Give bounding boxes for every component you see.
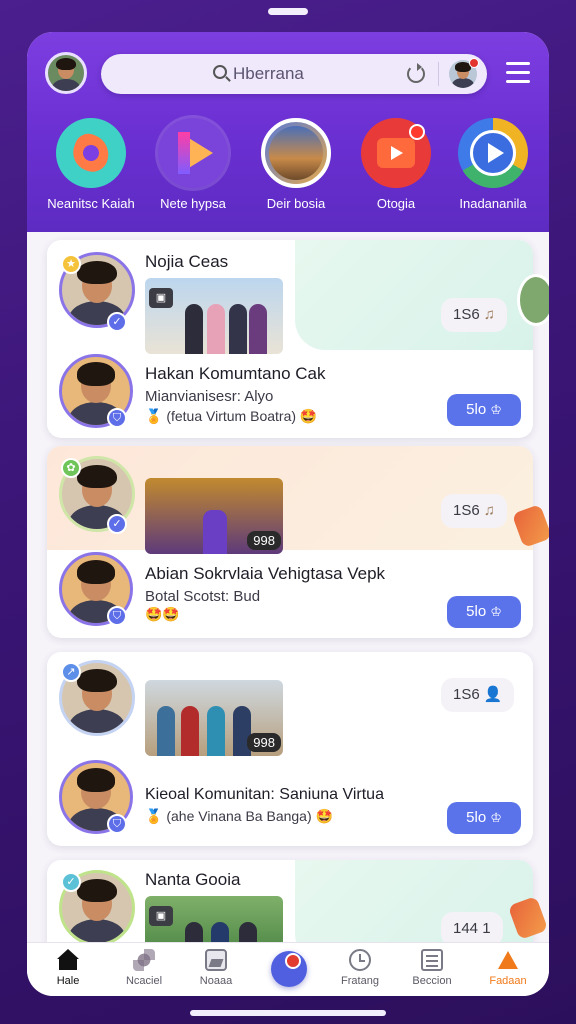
notification-dot-icon <box>469 58 479 68</box>
hamburger-menu-icon[interactable] <box>506 62 530 84</box>
story-item[interactable]: Nete hypsa <box>145 118 241 211</box>
action-button[interactable]: 5lo ♔ <box>447 394 521 426</box>
card-title: Abian Sokrvlaia Vehigtasa Vepk <box>145 564 386 583</box>
medal-icon: 🏅 <box>145 408 163 424</box>
feed-list[interactable]: ★ ✓ Nojia Ceas ▣ 1S6 ♫ ⛉ Hakan Komumtano … <box>27 232 549 942</box>
stat-pill: 144 1 <box>441 912 503 942</box>
photo-story-icon <box>261 118 331 188</box>
card-meta: 🏅 (fetua Virtum Boatra) 🤩 <box>145 408 318 424</box>
leaf-badge-icon: ✓ <box>61 872 81 892</box>
post-count: 998 <box>247 531 281 550</box>
home-indicator <box>190 1010 386 1016</box>
action-button[interactable]: 5lo ♔ <box>447 802 521 834</box>
tab-photos[interactable]: Noaaa <box>179 949 253 987</box>
search-icon <box>213 65 227 79</box>
story-label: Nete hypsa <box>160 196 226 211</box>
card-title-top: Nojia Ceas <box>145 252 229 271</box>
stat-pill: 1S6 ♫ <box>441 298 507 332</box>
bottom-tab-bar: Hale Ncaciel Noaaa Fratang Beccion Fadaa… <box>27 942 549 996</box>
card-subtitle: Mianvianisesr: Alyo <box>145 388 274 405</box>
sessions-icon <box>421 949 443 971</box>
action-button[interactable]: 5lo ♔ <box>447 596 521 628</box>
feed-card[interactable]: ✿ ✓ 998 1S6 ♫ ⛉ Abian Sokrvlaia Vehigtasa… <box>47 446 533 638</box>
shield-icon: ⛉ <box>107 814 127 834</box>
gallery-icon: ▣ <box>149 288 173 308</box>
crown-icon: ♔ <box>490 402 502 417</box>
play-app-icon <box>158 118 228 188</box>
emoji-icon: 🤩🤩 <box>145 606 180 622</box>
story-item[interactable]: Neanitsc Kaiah <box>43 118 139 211</box>
user-icon: 👤 <box>483 686 503 703</box>
tab-alerts[interactable]: Fadaan <box>471 949 545 987</box>
emoji-icon: 🤩 <box>299 408 318 424</box>
tab-history[interactable]: Fratang <box>323 949 397 987</box>
music-note-icon: ♫ <box>483 502 495 519</box>
story-label: Inadananila <box>459 196 527 211</box>
card-title-top: Nanta Gooia <box>145 870 241 889</box>
home-icon <box>57 949 79 971</box>
story-label: Neanitsc Kaiah <box>47 196 135 211</box>
header-area: Hberrana Neanitsc Kaiah Nete hypsa Deir … <box>27 32 549 232</box>
shield-icon: ⛉ <box>107 408 127 428</box>
tab-social[interactable]: Ncaciel <box>107 949 181 987</box>
card-meta: 🤩🤩 <box>145 606 180 623</box>
refresh-icon[interactable] <box>407 63 425 83</box>
post-count: 998 <box>247 733 281 752</box>
shield-icon: ⛉ <box>107 606 127 626</box>
search-input[interactable]: Hberrana <box>233 64 304 84</box>
tab-sessions[interactable]: Beccion <box>395 949 469 987</box>
card-subtitle: Botal Scotst: Bud <box>145 588 261 605</box>
story-item[interactable]: Inadananila <box>445 118 541 211</box>
search-divider <box>438 62 439 86</box>
status-notch <box>268 8 308 15</box>
post-thumbnail[interactable]: 998 <box>145 478 283 554</box>
medal-icon: 🏅 <box>145 808 163 824</box>
post-thumbnail[interactable]: ▣ <box>145 278 283 354</box>
star-badge-icon: ★ <box>61 254 81 274</box>
post-thumbnail[interactable]: 998 <box>145 680 283 756</box>
peek-avatar[interactable] <box>517 274 549 326</box>
video-camera-app-icon <box>361 118 431 188</box>
profile-avatar[interactable] <box>45 52 87 94</box>
record-icon[interactable] <box>271 951 307 987</box>
story-label: Deir bosia <box>266 196 326 211</box>
card-meta: 🏅 (ahe Vinana Ba Banga) 🤩 <box>145 808 333 824</box>
story-item[interactable]: Otogia <box>348 118 444 211</box>
stat-pill: 1S6 👤 <box>441 678 515 712</box>
clock-icon <box>349 949 371 971</box>
link-badge-icon: ↗ <box>61 662 81 682</box>
emoji-icon: 🤩 <box>315 808 333 824</box>
photo-icon <box>205 949 227 971</box>
feed-card[interactable]: ✓ Nanta Gooia ▣ 144 1 <box>47 860 533 942</box>
music-note-icon: ♫ <box>483 306 495 323</box>
post-thumbnail[interactable]: ▣ <box>145 896 283 942</box>
search-bar[interactable]: Hberrana <box>101 54 487 94</box>
app-screen: Hberrana Neanitsc Kaiah Nete hypsa Deir … <box>27 32 549 996</box>
card-title: Hakan Komumtano Cak <box>145 364 326 383</box>
crown-icon: ♔ <box>490 604 502 619</box>
play-circle-app-icon <box>458 118 528 188</box>
story-item[interactable]: Deir bosia <box>248 118 344 211</box>
social-icon <box>133 949 155 971</box>
blob-app-icon <box>56 118 126 188</box>
stat-pill: 1S6 ♫ <box>441 494 507 528</box>
card-title: Kieoal Komunitan: Saniuna Virtua <box>145 786 384 803</box>
gallery-icon: ▣ <box>149 906 173 926</box>
feed-card[interactable]: ↗ 998 1S6 👤 ⛉ Kieoal Komunitan: Saniuna V… <box>47 652 533 846</box>
crown-icon: ♔ <box>490 810 502 825</box>
verified-icon: ✓ <box>107 514 127 534</box>
alert-icon <box>497 949 519 971</box>
feed-card[interactable]: ★ ✓ Nojia Ceas ▣ 1S6 ♫ ⛉ Hakan Komumtano … <box>47 240 533 438</box>
verified-icon: ✓ <box>107 312 127 332</box>
leaf-badge-icon: ✿ <box>61 458 81 478</box>
tab-home[interactable]: Hale <box>31 949 105 987</box>
